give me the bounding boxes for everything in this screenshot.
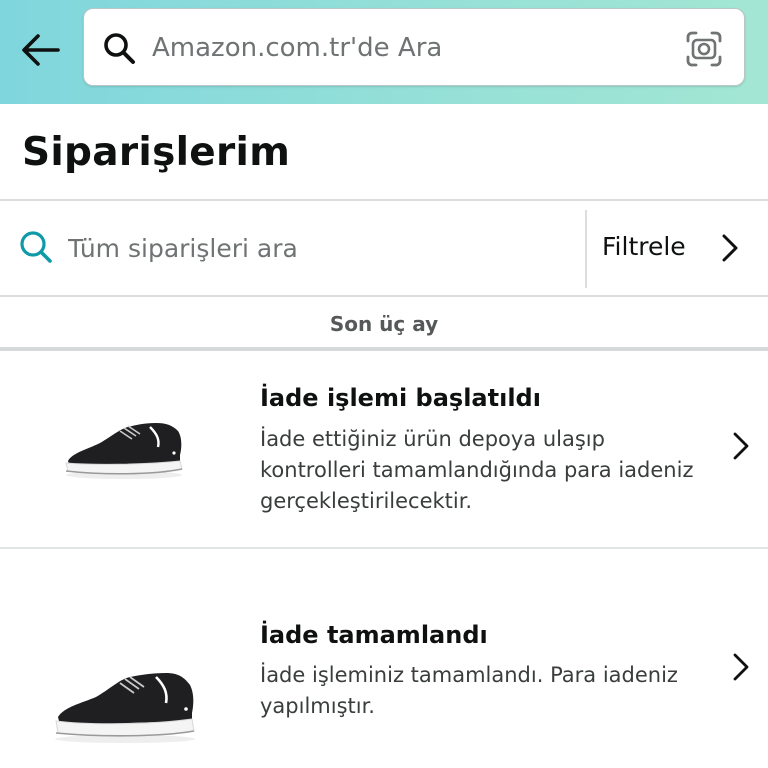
orders-search-box[interactable] — [0, 201, 586, 295]
filter-label: Filtrele — [602, 232, 686, 261]
search-icon — [104, 33, 135, 64]
sneaker-image — [65, 423, 183, 479]
filter-button[interactable]: Filtrele — [587, 201, 768, 295]
arrow-left-icon — [22, 34, 60, 66]
page-title: Siparişlerim — [22, 130, 291, 175]
site-search-box[interactable] — [83, 8, 745, 86]
order-status-title: İade tamamlandı — [260, 621, 488, 649]
order-status-description: İade ettiğiniz ürün depoya ulaşıp kontro… — [260, 427, 694, 513]
chevron-right-icon — [733, 653, 749, 681]
search-icon — [20, 231, 52, 263]
top-bar — [0, 0, 768, 104]
order-status-description: İade işleminiz tamamlandı. Para iadeniz … — [260, 663, 678, 718]
site-search-input[interactable] — [152, 25, 672, 71]
order-item[interactable]: İade tamamlandı İade işleminiz tamamland… — [0, 549, 768, 768]
back-button[interactable] — [14, 26, 66, 74]
chevron-right-icon — [722, 234, 738, 262]
sneaker-image — [55, 673, 195, 743]
chevron-right-icon — [733, 432, 749, 460]
orders-search-input[interactable] — [68, 225, 568, 271]
period-label: Son üç ay — [329, 312, 439, 336]
order-item[interactable]: İade işlemi başlatıldı İade ettiğiniz ür… — [0, 351, 768, 547]
order-status-title: İade işlemi başlatıldı — [260, 384, 541, 412]
camera-scan-icon[interactable] — [684, 29, 724, 69]
